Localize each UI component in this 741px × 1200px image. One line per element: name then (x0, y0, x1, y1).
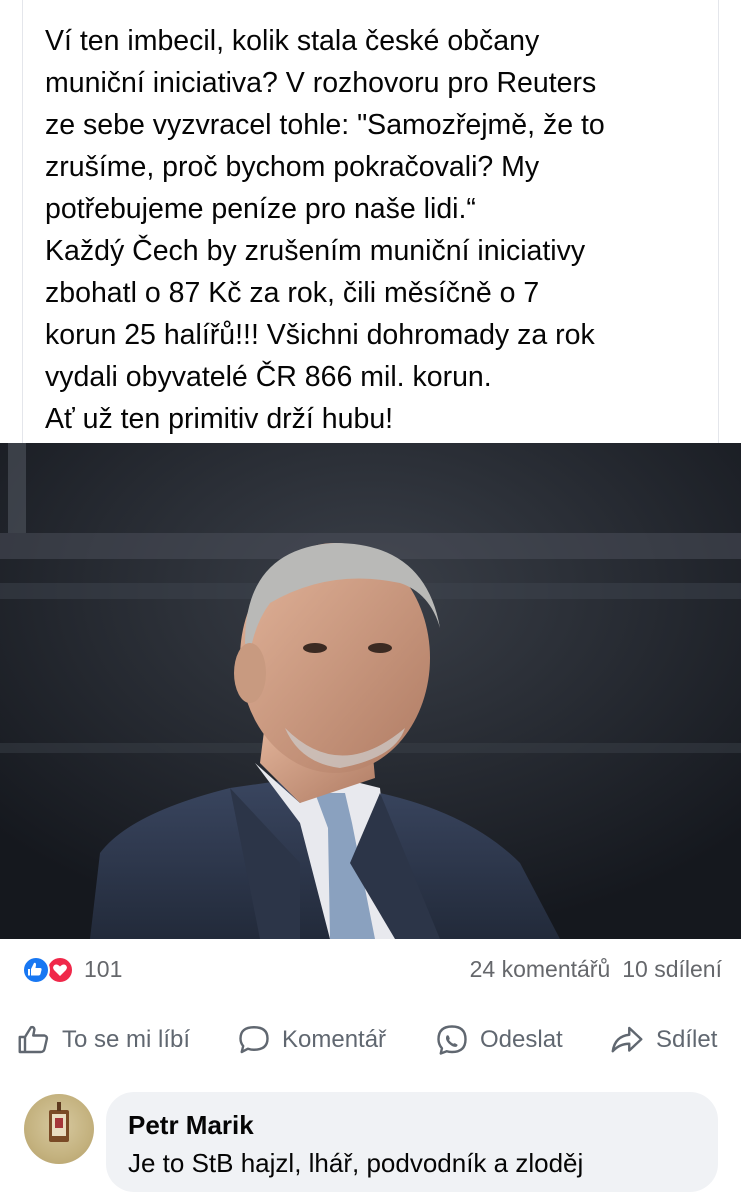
share-button[interactable]: Sdílet (608, 1015, 717, 1065)
post-text-line: Každý Čech by zrušením muniční iniciativ… (45, 235, 586, 267)
post-text-line: vydali obyvatelé ČR 866 mil. korun. (45, 361, 492, 393)
avatar[interactable] (24, 1094, 94, 1164)
like-button[interactable]: To se mi líbí (16, 1015, 190, 1065)
photo-illustration (0, 443, 741, 939)
comment-button[interactable]: Komentář (236, 1015, 386, 1065)
post-action-bar: To se mi líbí Komentář Odeslat Sdílet (0, 1015, 741, 1065)
comments-count[interactable]: 24 komentářů (470, 956, 611, 982)
like-reaction-icon[interactable] (22, 956, 50, 984)
post-text-line: Ví ten imbecil, kolik stala české občany (45, 25, 540, 57)
post-text-line: potřebujeme peníze pro naše lidi.“ (45, 193, 476, 225)
share-icon (611, 1026, 643, 1053)
love-reaction-icon[interactable] (46, 956, 74, 984)
post-text-line: zrušíme, proč bychom pokračovali? My (45, 151, 540, 183)
comment-author[interactable]: Petr Marik (128, 1110, 254, 1141)
messenger-icon (437, 1025, 467, 1055)
post-left-border (22, 0, 23, 443)
post-text-line: korun 25 halířů!!! Všichni dohromady za … (45, 319, 595, 351)
avatar-image (49, 1102, 69, 1142)
like-label: To se mi líbí (62, 1026, 191, 1053)
shares-count[interactable]: 10 sdílení (622, 956, 722, 982)
post-text-line: zbohatl o 87 Kč za rok, čili měsíčně o 7 (45, 277, 540, 309)
comment-label: Komentář (282, 1026, 387, 1053)
post-right-border (718, 0, 719, 443)
post-text-line: muniční iniciativa? V rozhovoru pro Reut… (45, 67, 597, 99)
post-text-line: ze sebe vyzvracel tohle: "Samozřejmě, že… (45, 109, 605, 141)
stats-summary: 24 komentářů 10 sdílení (470, 956, 722, 983)
comment-bubble: Petr Marik Je to StB hajzl, lhář, podvod… (106, 1092, 718, 1192)
post-text: Ví ten imbecil, kolik stala české občany… (45, 20, 710, 440)
comment-text: Je to StB hajzl, lhář, podvodník a zlodě… (128, 1148, 584, 1178)
comment-icon (239, 1026, 269, 1054)
send-label: Odeslat (480, 1026, 563, 1053)
thumbs-up-icon (18, 1025, 49, 1054)
send-button[interactable]: Odeslat (434, 1015, 563, 1065)
share-label: Sdílet (656, 1026, 718, 1053)
reactions-count[interactable]: 101 (84, 956, 122, 983)
post-text-line: Ať už ten primitiv drží hubu! (45, 403, 394, 435)
post-photo[interactable] (0, 443, 741, 939)
post-stats: 101 24 komentářů 10 sdílení (22, 952, 722, 988)
